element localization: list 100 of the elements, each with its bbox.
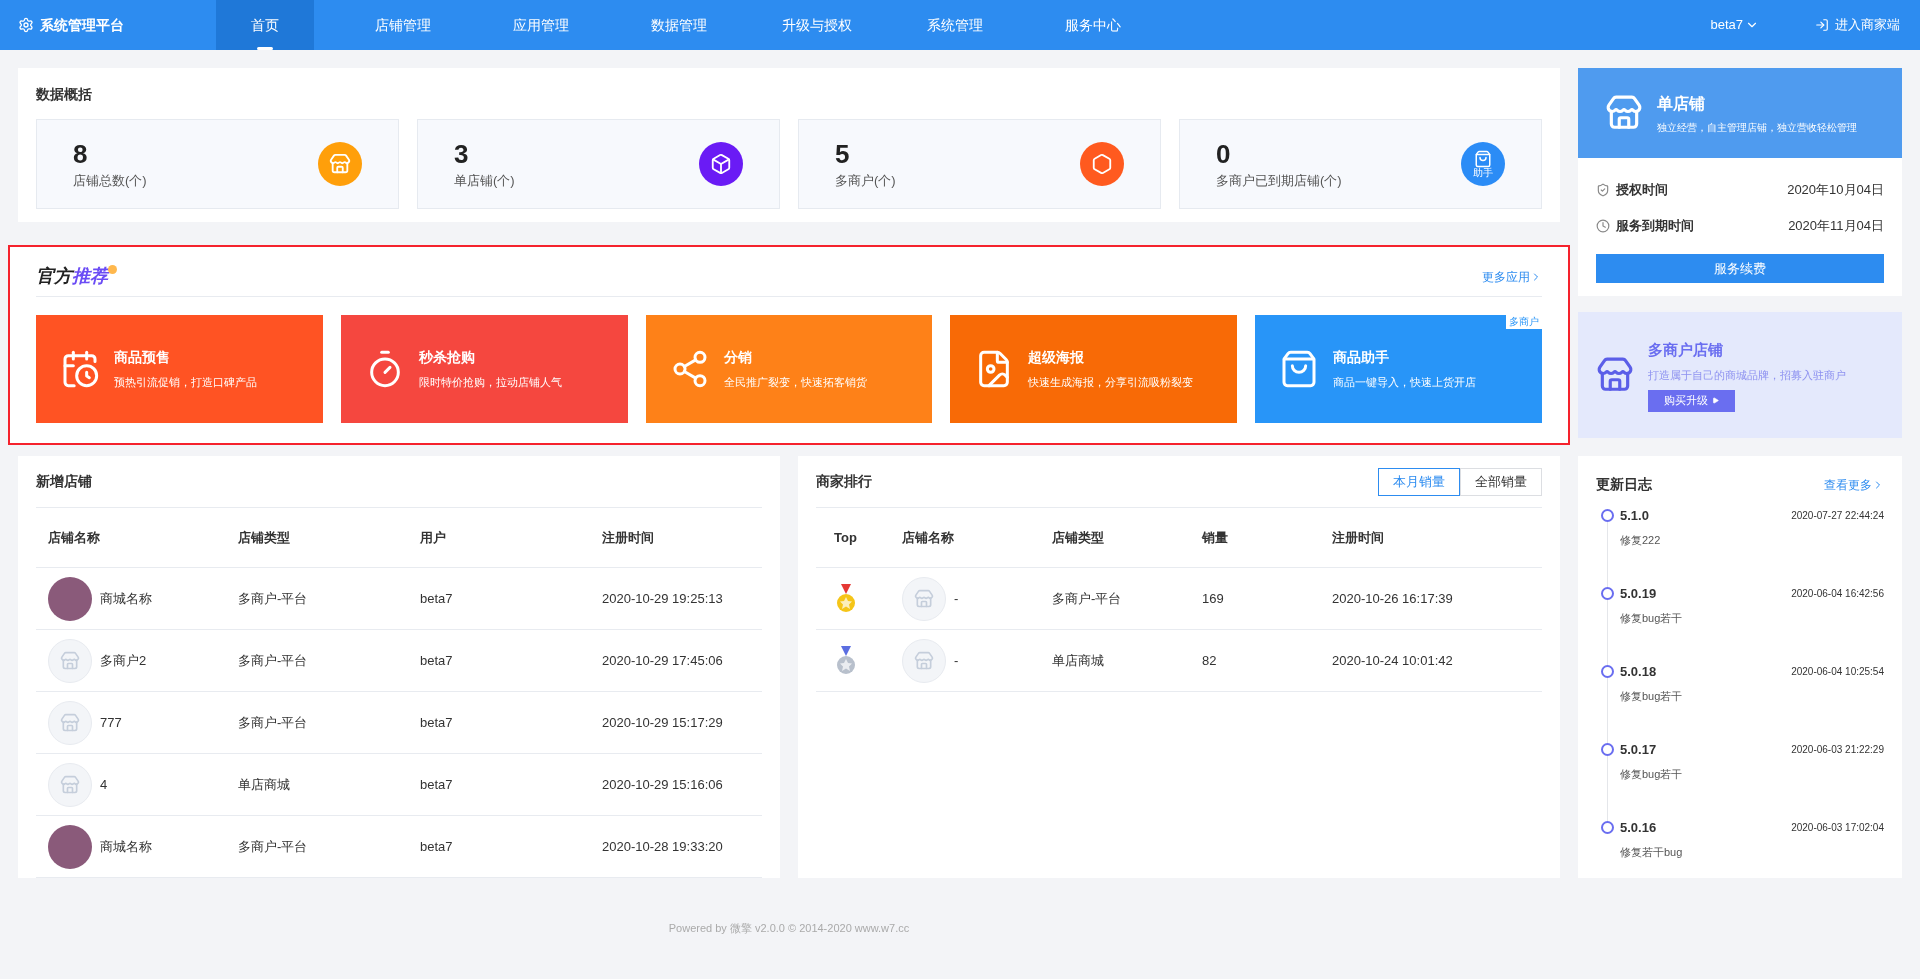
column-header: 店铺类型 <box>238 528 291 547</box>
enter-shop-link[interactable]: 进入商家端 <box>1815 15 1900 35</box>
store-avatar <box>902 638 946 683</box>
table-cell-text: 多商户-平台 <box>238 837 309 856</box>
app-card[interactable]: 商品预售 预热引流促销，打造口碑产品 <box>36 315 323 423</box>
table-cell-text: 2020-10-29 15:16:06 <box>602 775 724 794</box>
version-number: 5.0.17 <box>1620 741 1657 759</box>
nav-tab[interactable]: 店铺管理 <box>354 0 452 50</box>
app-card[interactable]: 超级海报 快速生成海报，分享引流吸粉裂变 <box>950 315 1238 423</box>
app-card[interactable]: 秒杀抢购 限时特价抢购，拉动店铺人气 <box>340 315 628 423</box>
nav-tab[interactable]: 数据管理 <box>630 0 728 50</box>
cube-icon <box>710 153 732 175</box>
change-note: 修复若干bug <box>1620 844 1684 860</box>
login-icon <box>1815 18 1829 32</box>
stat-value: 5 <box>835 138 851 171</box>
column-header: 店铺类型 <box>1052 528 1105 547</box>
table-cell-text: 169 <box>1202 589 1225 608</box>
app-description: 快速生成海报，分享引流吸粉裂变 <box>1028 375 1194 391</box>
bag-icon <box>1474 150 1492 168</box>
app-description: 预热引流促销，打造口碑产品 <box>114 375 257 391</box>
release-time: 2020-06-04 10:25:54 <box>1791 665 1884 680</box>
section-title: 数据概括 <box>36 85 93 104</box>
app-description: 限时特价抢购，拉动店铺人气 <box>418 375 562 391</box>
license-label: 服务到期时间 <box>1616 217 1694 236</box>
nav-tab[interactable]: 应用管理 <box>492 0 590 50</box>
shield-icon <box>1596 183 1610 197</box>
version-number: 5.0.16 <box>1620 819 1657 837</box>
photo-placeholder <box>48 576 92 621</box>
app-description: 全民推广裂变，快速拓客销货 <box>723 375 867 391</box>
footer-text: Powered by 微擎 v2.0.0 © 2014-2020 www.w7.cc <box>668 921 910 937</box>
table-cell-text: 多商户-平台 <box>1052 589 1123 608</box>
table-cell-text: 多商户2 <box>100 651 147 670</box>
stat-label: 多商户(个) <box>835 171 896 190</box>
store-avatar <box>902 576 946 621</box>
column-header: 店铺名称 <box>48 528 101 547</box>
table-cell-text: 多商户-平台 <box>238 713 309 732</box>
app-card[interactable]: 商品助手 商品一键导入，快速上货开店 多商户 <box>1255 315 1542 423</box>
change-note: 修复bug若干 <box>1620 766 1684 782</box>
app-name: 商品助手 <box>1333 348 1391 368</box>
table-cell-text: - <box>954 589 959 608</box>
version-number: 5.1.0 <box>1620 507 1649 525</box>
app-description: 商品一键导入，快速上货开店 <box>1333 375 1477 391</box>
app-name: 商品预售 <box>114 348 171 368</box>
app-card[interactable]: 分销 全民推广裂变，快速拓客销货 <box>645 315 933 423</box>
nav-tab[interactable]: 系统管理 <box>906 0 1004 50</box>
column-header: Top <box>834 528 858 547</box>
table-cell-text: 82 <box>1202 651 1218 670</box>
table-cell-text: beta7 <box>420 651 454 670</box>
photo-placeholder <box>48 824 92 869</box>
table-cell-text: 商城名称 <box>100 837 152 856</box>
change-note: 修复222 <box>1620 532 1662 548</box>
icon-label: 助手 <box>1473 168 1493 178</box>
store-avatar <box>48 638 92 683</box>
table-cell-text: beta7 <box>420 837 454 856</box>
sales-tab[interactable]: 全部销量 <box>1460 467 1542 496</box>
table-cell-text: beta7 <box>420 775 454 794</box>
license-label: 授权时间 <box>1616 181 1668 200</box>
stat-label: 店铺总数(个) <box>73 171 147 190</box>
store-icon <box>1605 94 1643 132</box>
table-cell-text: 多商户-平台 <box>238 651 309 670</box>
license-description: 独立经营，自主管理店铺，独立营收轻松管理 <box>1657 120 1857 135</box>
table-cell-text: 777 <box>100 713 122 732</box>
multi-shop-description: 打造属于自己的商城品牌，招募入驻商户 <box>1648 368 1846 383</box>
table-cell-text: 商城名称 <box>100 589 152 608</box>
release-time: 2020-06-04 16:42:56 <box>1791 587 1884 602</box>
store-avatar <box>48 700 92 745</box>
version-number: 5.0.18 <box>1620 663 1657 681</box>
table-cell-text: 单店商城 <box>238 775 291 794</box>
table-cell-text: 2020-10-28 19:33:20 <box>602 837 724 856</box>
nav-tab[interactable]: 升级与授权 <box>768 0 866 50</box>
section-title: 更新日志 <box>1596 475 1652 494</box>
app-name: 秒杀抢购 <box>418 348 476 368</box>
table-cell-text: 2020-10-29 15:17:29 <box>602 713 724 732</box>
gear-icon <box>18 17 34 33</box>
store-icon <box>1596 356 1634 394</box>
table-cell-text: beta7 <box>420 589 454 608</box>
stat-label: 多商户已到期店铺(个) <box>1216 171 1342 190</box>
column-header: 用户 <box>420 528 447 547</box>
sales-tab[interactable]: 本月销量 <box>1378 467 1460 496</box>
more-apps-link[interactable]: 更多应用 <box>1482 267 1542 286</box>
medal-icon <box>836 583 856 614</box>
table-cell-text: 2020-10-24 10:01:42 <box>1332 651 1454 670</box>
table-cell-text: 2020-10-26 16:17:39 <box>1332 589 1454 608</box>
version-number: 5.0.19 <box>1620 585 1657 603</box>
release-time: 2020-06-03 17:02:04 <box>1791 821 1884 836</box>
table-cell-text: 2020-10-29 19:25:13 <box>602 589 724 608</box>
nav-tab[interactable]: 首页 <box>216 0 314 50</box>
view-more-link[interactable]: 查看更多 <box>1824 475 1884 494</box>
user-menu[interactable]: beta7 <box>1710 15 1759 35</box>
medal-icon <box>836 645 856 676</box>
store-icon <box>329 153 351 175</box>
renew-button[interactable]: 服务续费 <box>1596 254 1884 283</box>
brand-title: 系统管理平台 <box>40 15 124 35</box>
table-cell-text: 4 <box>100 775 108 794</box>
nav-tab[interactable]: 服务中心 <box>1044 0 1142 50</box>
stat-value: 3 <box>454 138 470 171</box>
multi-shop-title: 多商户店铺 <box>1648 339 1724 360</box>
upgrade-button[interactable]: 购买升级 <box>1648 389 1735 412</box>
column-header: 注册时间 <box>602 528 655 547</box>
stat-value: 0 <box>1216 138 1232 171</box>
